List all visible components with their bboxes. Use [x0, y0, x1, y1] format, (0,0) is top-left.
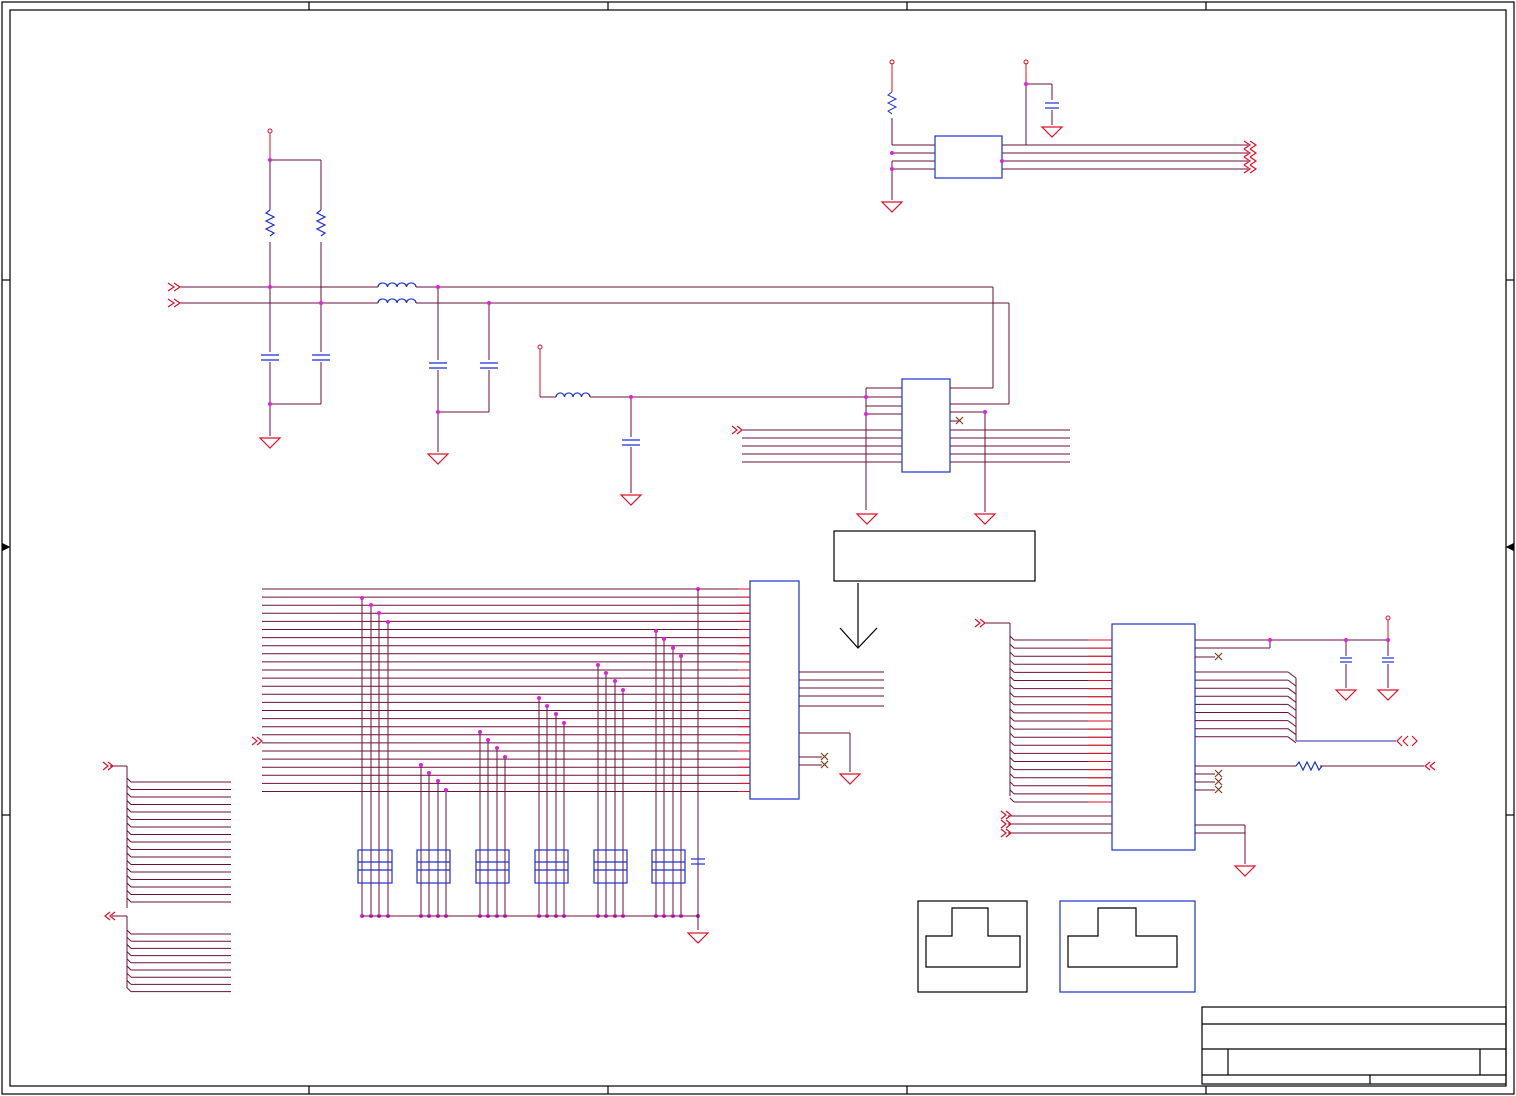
inductor-icon [555, 392, 591, 398]
ground-icon [686, 932, 710, 944]
ground-icon [1334, 689, 1358, 701]
switch-array-icon [593, 849, 628, 884]
sheet-frame [1, 1, 1515, 1095]
ground-icon [855, 513, 879, 525]
ground-icon [1040, 126, 1064, 138]
inductor-icon [377, 298, 417, 304]
port-arrow-icon [1424, 761, 1436, 771]
no-connect-icon [1214, 777, 1223, 786]
switch-array-icon [651, 849, 686, 884]
left-bus-rakes [102, 761, 231, 993]
port-arrow-icon [167, 298, 182, 308]
outline-box-right [1059, 900, 1196, 993]
ground-icon [1376, 689, 1400, 701]
note-box [833, 530, 1036, 582]
resistor-icon [264, 209, 276, 237]
port-arrow-icon [731, 425, 743, 435]
switch-array-icon [416, 849, 451, 884]
no-connect-icon [820, 760, 829, 769]
resistor-icon [886, 91, 898, 115]
ic-connector [749, 580, 800, 800]
ic-interface [901, 378, 951, 473]
no-connect-icon [1214, 652, 1223, 661]
ground-icon [838, 773, 862, 785]
switch-array-icon [534, 849, 569, 884]
ground-icon [619, 494, 643, 506]
ic-main [1111, 623, 1196, 851]
resistor-icon [1295, 760, 1323, 772]
right-ic-block [974, 615, 1436, 877]
title-block [1201, 1006, 1507, 1085]
no-connect-icon [1214, 785, 1223, 794]
switch-array-icon [357, 849, 393, 884]
outline-box-left [917, 900, 1028, 993]
bidirectional-port-icon [1396, 735, 1418, 747]
ground-icon [1233, 865, 1257, 877]
port-arrow-icon [167, 282, 182, 292]
footprint-outlines [917, 900, 1196, 993]
resistor-icon [315, 209, 327, 237]
ground-icon [973, 513, 997, 525]
ground-icon [258, 437, 282, 449]
ic-regulator [934, 135, 1003, 179]
interface-ic-block [731, 378, 1070, 649]
no-connect-icon [1214, 769, 1223, 778]
port-arrow-icon [251, 736, 263, 746]
port-arrow-icon [1000, 810, 1012, 820]
top-right-regulator-block [880, 59, 1258, 213]
switch-array-icon [475, 849, 510, 884]
schematic-diagram [1, 1, 1515, 1095]
ground-icon [880, 201, 904, 213]
inductor-icon [377, 282, 417, 288]
port-arrow-icon [974, 618, 986, 628]
input-filter-block [167, 128, 1010, 506]
bus-switch-block [251, 580, 884, 944]
no-connect-icon [820, 752, 829, 761]
ground-icon [426, 453, 450, 465]
